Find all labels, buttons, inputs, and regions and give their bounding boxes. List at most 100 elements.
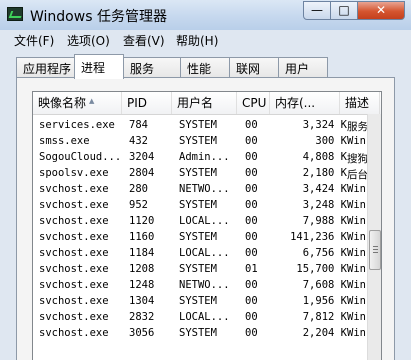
tab-performance[interactable]: 性能 — [180, 57, 230, 77]
menu-view[interactable]: 查看(V) — [123, 32, 165, 49]
column-image-name[interactable]: 映像名称 ▲ — [33, 92, 122, 114]
cell-memory: 1,956 K — [302, 295, 347, 307]
cell-cpu: 00 — [245, 119, 258, 131]
menu-file[interactable]: 文件(F) — [14, 32, 54, 49]
cell-memory: 7,988 K — [302, 215, 347, 227]
cell-memory: 300 K — [315, 135, 347, 147]
tab-applications[interactable]: 应用程序 — [16, 57, 76, 77]
process-row[interactable]: svchost.exe 1248 NETWO... 00 7,608 K Win — [33, 278, 367, 294]
grip-line — [373, 252, 378, 253]
cell-image-name: services.exe — [39, 119, 115, 131]
cell-description: 服务 — [347, 121, 367, 133]
column-cpu[interactable]: CPU — [237, 92, 270, 114]
cell-username: LOCAL... — [179, 311, 230, 323]
cell-username: LOCAL... — [179, 247, 230, 259]
cell-cpu: 00 — [245, 279, 258, 291]
cell-username: SYSTEM — [179, 327, 217, 339]
cell-image-name: spoolsv.exe — [39, 167, 109, 179]
process-row[interactable]: svchost.exe 280 NETWO... 00 3,424 K Win — [33, 182, 367, 198]
cell-cpu: 00 — [245, 231, 258, 243]
cell-description: Win — [347, 263, 366, 275]
cell-cpu: 00 — [245, 167, 258, 179]
cell-description: Win — [347, 279, 366, 291]
cell-username: SYSTEM — [179, 231, 217, 243]
close-button[interactable]: ✕ — [358, 1, 405, 20]
cell-pid: 2832 — [129, 311, 155, 323]
cell-username: SYSTEM — [179, 167, 217, 179]
tab-strip: 应用程序 进程 服务 性能 联网 用户 — [0, 54, 411, 79]
cell-cpu: 00 — [245, 183, 258, 195]
cell-description: 搜狗 — [347, 153, 367, 165]
process-row[interactable]: spoolsv.exe 2804 SYSTEM 00 2,180 K 后台 — [33, 166, 367, 182]
process-row[interactable]: svchost.exe 1120 LOCAL... 00 7,988 K Win — [33, 214, 367, 230]
process-row[interactable]: svchost.exe 952 SYSTEM 00 3,248 K Win — [33, 198, 367, 214]
cell-image-name: svchost.exe — [39, 215, 109, 227]
cell-cpu: 00 — [245, 135, 258, 147]
process-row[interactable]: svchost.exe 2832 LOCAL... 00 7,812 K Win — [33, 310, 367, 326]
cell-pid: 1248 — [129, 279, 155, 291]
cell-pid: 1120 — [129, 215, 155, 227]
maximize-button[interactable]: □ — [331, 1, 358, 20]
cell-image-name: svchost.exe — [39, 247, 109, 259]
cell-pid: 1184 — [129, 247, 155, 259]
cell-memory: 3,324 K — [302, 119, 347, 131]
cell-username: NETWO... — [179, 279, 230, 291]
cell-cpu: 01 — [245, 263, 258, 275]
process-row[interactable]: smss.exe 432 SYSTEM 00 300 K Win — [33, 134, 367, 150]
column-username[interactable]: 用户名 — [172, 92, 237, 114]
cell-pid: 2804 — [129, 167, 155, 179]
cell-memory: 2,204 K — [302, 327, 347, 339]
menu-help[interactable]: 帮助(H) — [176, 32, 218, 49]
cell-cpu: 00 — [245, 295, 258, 307]
process-row[interactable]: services.exe 784 SYSTEM 00 3,324 K 服务 — [33, 118, 367, 134]
cell-image-name: svchost.exe — [39, 279, 109, 291]
process-row[interactable]: svchost.exe 1184 LOCAL... 00 6,756 K Win — [33, 246, 367, 262]
grip-line — [373, 246, 378, 247]
vertical-scrollbar[interactable] — [367, 114, 381, 360]
column-pid[interactable]: PID — [122, 92, 172, 114]
tab-networking[interactable]: 联网 — [229, 57, 279, 77]
cell-pid: 952 — [129, 199, 148, 211]
process-row[interactable]: SogouCloud... 3204 Admin... 00 4,808 K 搜狗 — [33, 150, 367, 166]
minimize-button[interactable]: — — [303, 1, 331, 20]
scrollbar-thumb[interactable] — [369, 230, 381, 270]
cell-memory: 141,236 K — [290, 231, 347, 243]
process-row[interactable]: svchost.exe 1208 SYSTEM 01 15,700 K Win — [33, 262, 367, 278]
cell-username: SYSTEM — [179, 119, 217, 131]
tab-processes[interactable]: 进程 — [74, 54, 124, 79]
menu-options[interactable]: 选项(O) — [67, 32, 110, 49]
column-description[interactable]: 描述 — [340, 92, 380, 114]
cell-image-name: svchost.exe — [39, 295, 109, 307]
tab-users[interactable]: 用户 — [278, 57, 328, 77]
cell-cpu: 00 — [245, 311, 258, 323]
cell-image-name: svchost.exe — [39, 231, 109, 243]
cell-cpu: 00 — [245, 151, 258, 163]
cell-description: Win — [347, 311, 366, 323]
menu-bar: 文件(F) 选项(O) 查看(V) 帮助(H) — [0, 30, 411, 51]
cell-username: SYSTEM — [179, 263, 217, 275]
cell-pid: 3056 — [129, 327, 155, 339]
title-bar[interactable]: Windows 任务管理器 — □ ✕ — [0, 0, 411, 31]
cell-description: Win — [347, 295, 366, 307]
cell-cpu: 00 — [245, 327, 258, 339]
cell-cpu: 00 — [245, 199, 258, 211]
cell-description: Win — [347, 247, 366, 259]
cell-pid: 1208 — [129, 263, 155, 275]
cell-description: Win — [347, 199, 366, 211]
sort-ascending-icon: ▲ — [89, 97, 95, 105]
cell-pid: 784 — [129, 119, 148, 131]
cell-image-name: SogouCloud... — [39, 151, 122, 163]
process-row[interactable]: svchost.exe 3056 SYSTEM 00 2,204 K Win — [33, 326, 367, 342]
cell-description: Win — [347, 327, 366, 339]
process-row[interactable]: svchost.exe 1160 SYSTEM 00 141,236 K Win — [33, 230, 367, 246]
cell-pid: 280 — [129, 183, 148, 195]
process-list[interactable]: 映像名称 ▲ PID 用户名 CPU 内存(... 描述 services.ex… — [32, 91, 382, 360]
cell-pid: 1160 — [129, 231, 155, 243]
task-manager-icon — [7, 7, 23, 21]
cell-pid: 432 — [129, 135, 148, 147]
column-memory[interactable]: 内存(... — [270, 92, 340, 114]
column-header-row: 映像名称 ▲ PID 用户名 CPU 内存(... 描述 — [33, 92, 381, 115]
process-row[interactable]: svchost.exe 1304 SYSTEM 00 1,956 K Win — [33, 294, 367, 310]
grip-line — [373, 249, 378, 250]
tab-services[interactable]: 服务 — [123, 57, 181, 77]
